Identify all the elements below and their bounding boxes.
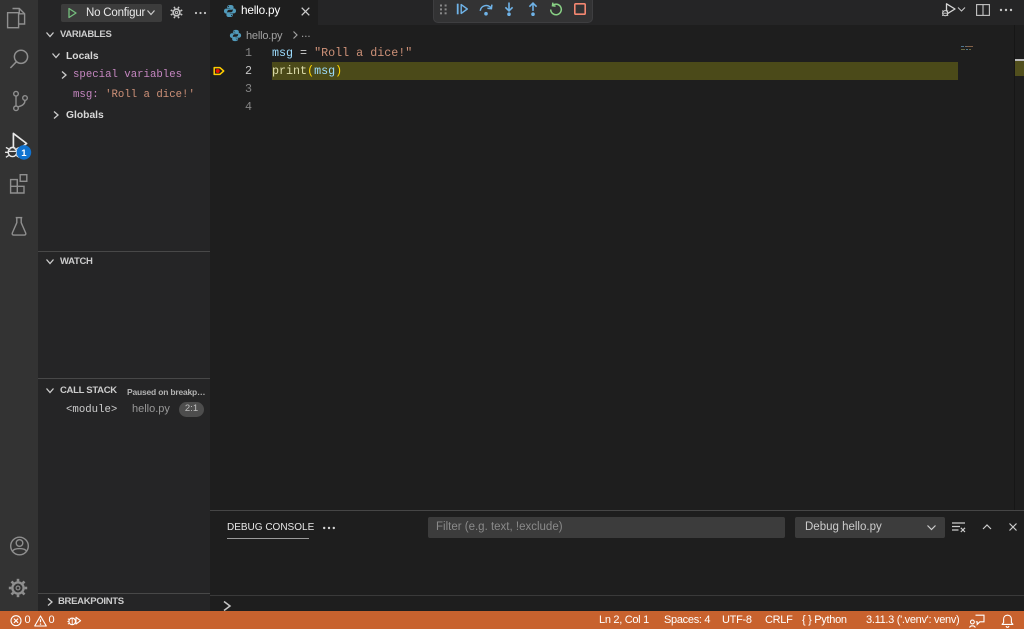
svg-text:1: 1 bbox=[21, 148, 27, 159]
